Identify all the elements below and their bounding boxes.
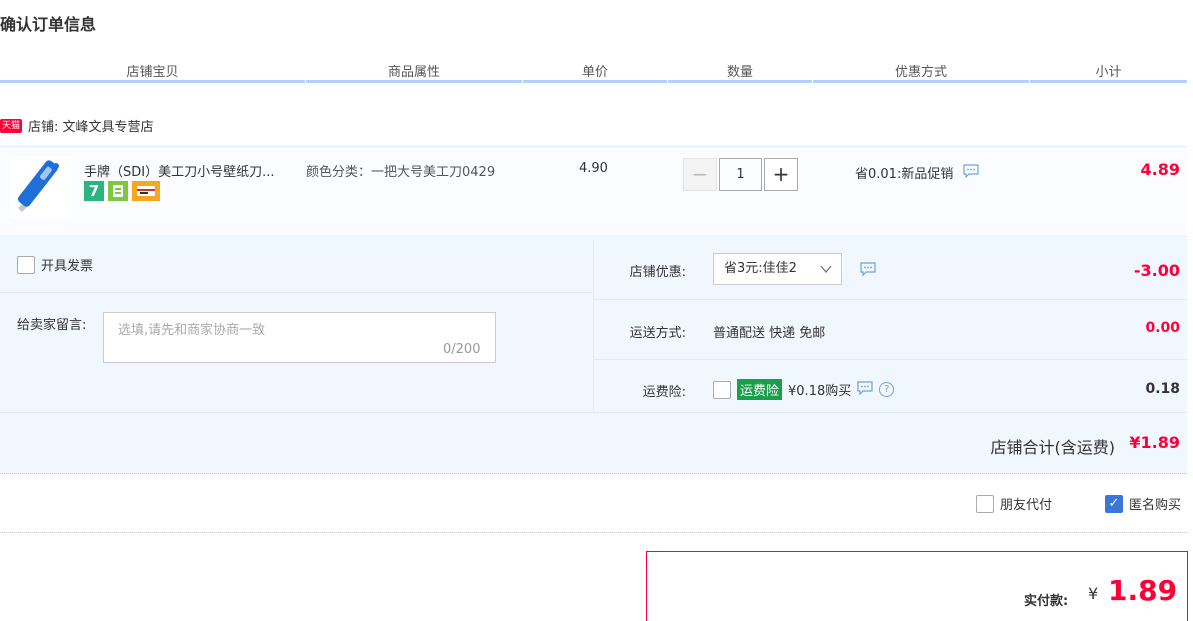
- service-icons: 7: [84, 181, 160, 201]
- shop-discount-selected: 省3元:佳佳2: [724, 261, 797, 276]
- item-subtotal: 4.89: [1140, 160, 1180, 179]
- chevron-down-icon: [820, 254, 832, 296]
- shipping-insurance-checkbox[interactable]: [713, 380, 731, 399]
- shipping-insurance-label: 运费险:: [642, 385, 686, 400]
- shipping-insurance-price: ¥0.18购买: [788, 384, 852, 399]
- quantity-decrease-button[interactable]: −: [683, 158, 717, 191]
- shop-name[interactable]: 店铺: 文峰文具专营店: [28, 116, 154, 135]
- col-header-discount: 优惠方式: [894, 65, 947, 80]
- product-sku: 颜色分类：一把大号美工刀0429: [306, 165, 496, 180]
- order-item-row: [0, 146, 1187, 237]
- shop-row: 天猫 店铺: 文峰文具专营店: [0, 116, 154, 135]
- col-header-subtotal: 小计: [1095, 65, 1122, 80]
- tmall-badge: 天猫: [0, 118, 23, 133]
- friend-pay-label: 朋友代付: [1000, 498, 1053, 513]
- anonymous-purchase-option[interactable]: ✓ 匿名购买: [1105, 494, 1181, 513]
- friend-pay-checkbox[interactable]: [976, 494, 994, 513]
- shipping-insurance-amount: 0.18: [1145, 381, 1180, 397]
- seller-message-label: 给卖家留言:: [17, 318, 87, 333]
- promotion-text: 省0.01:新品促销: [855, 167, 954, 182]
- friend-pay-option[interactable]: 朋友代付: [976, 494, 1052, 513]
- shipping-method-label: 运送方式:: [629, 326, 686, 341]
- seller-message-counter: 0/200: [443, 342, 481, 357]
- payment-label: 实付款:: [1024, 594, 1069, 609]
- product-title[interactable]: 手牌（SDI）美工刀小号壁纸刀...: [84, 161, 299, 180]
- shop-discount-select[interactable]: 省3元:佳佳2: [713, 253, 842, 285]
- shipping-amount: 0.00: [1145, 320, 1180, 336]
- header-underline: [813, 80, 1029, 83]
- header-underline: [306, 80, 522, 83]
- chat-bubble-icon[interactable]: [963, 163, 979, 182]
- payment-summary-box: [646, 551, 1188, 621]
- shop-total-value: ¥1.89: [1129, 433, 1180, 452]
- genuine-guarantee-icon[interactable]: [108, 181, 128, 201]
- divider: [0, 532, 1187, 533]
- shop-total-label: 店铺合计(含运费): [990, 438, 1116, 457]
- divider: [594, 359, 1187, 360]
- seven-day-return-icon[interactable]: 7: [84, 181, 104, 201]
- chat-bubble-icon[interactable]: [857, 380, 873, 399]
- shipping-method-value: 普通配送 快递 免邮: [713, 326, 826, 341]
- invoice-option[interactable]: 开具发票: [17, 255, 93, 274]
- col-header-attributes: 商品属性: [387, 65, 440, 80]
- payment-currency: ¥: [1088, 584, 1099, 603]
- col-header-quantity: 数量: [726, 65, 753, 80]
- divider: [0, 292, 593, 293]
- anonymous-purchase-label: 匿名购买: [1129, 498, 1182, 513]
- divider: [593, 238, 594, 412]
- help-icon[interactable]: ?: [879, 382, 895, 397]
- shipping-insurance-badge: 运费险: [737, 379, 783, 400]
- invoice-checkbox[interactable]: [17, 255, 35, 274]
- seller-message-placeholder: 选填,请先和商家协商一致: [118, 323, 266, 338]
- quantity-increase-button[interactable]: +: [764, 158, 798, 191]
- credit-card-icon[interactable]: [132, 181, 160, 201]
- col-header-shop-item: 店铺宝贝: [126, 65, 179, 80]
- col-header-unit-price: 单价: [581, 65, 608, 80]
- product-thumbnail[interactable]: [10, 156, 72, 218]
- unit-price: 4.90: [579, 161, 608, 176]
- header-underline: [668, 80, 812, 83]
- divider: [594, 299, 1187, 300]
- shop-discount-label: 店铺优惠:: [629, 265, 686, 280]
- quantity-input[interactable]: 1: [719, 158, 762, 191]
- divider: [0, 412, 1187, 413]
- header-underline: [0, 80, 305, 83]
- header-underline: [1030, 80, 1187, 83]
- page-title: 确认订单信息: [0, 15, 97, 34]
- payment-amount: 1.89: [1108, 574, 1178, 607]
- anonymous-purchase-checkbox[interactable]: ✓: [1105, 494, 1123, 513]
- chat-bubble-icon[interactable]: [860, 262, 876, 280]
- shipping-insurance-option[interactable]: 运费险 ¥0.18购买 ?: [713, 379, 895, 400]
- item-promotion: 省0.01:新品促销: [855, 163, 979, 182]
- shop-discount-amount: -3.00: [1133, 261, 1180, 280]
- invoice-label: 开具发票: [41, 259, 94, 274]
- header-underline: [523, 80, 667, 83]
